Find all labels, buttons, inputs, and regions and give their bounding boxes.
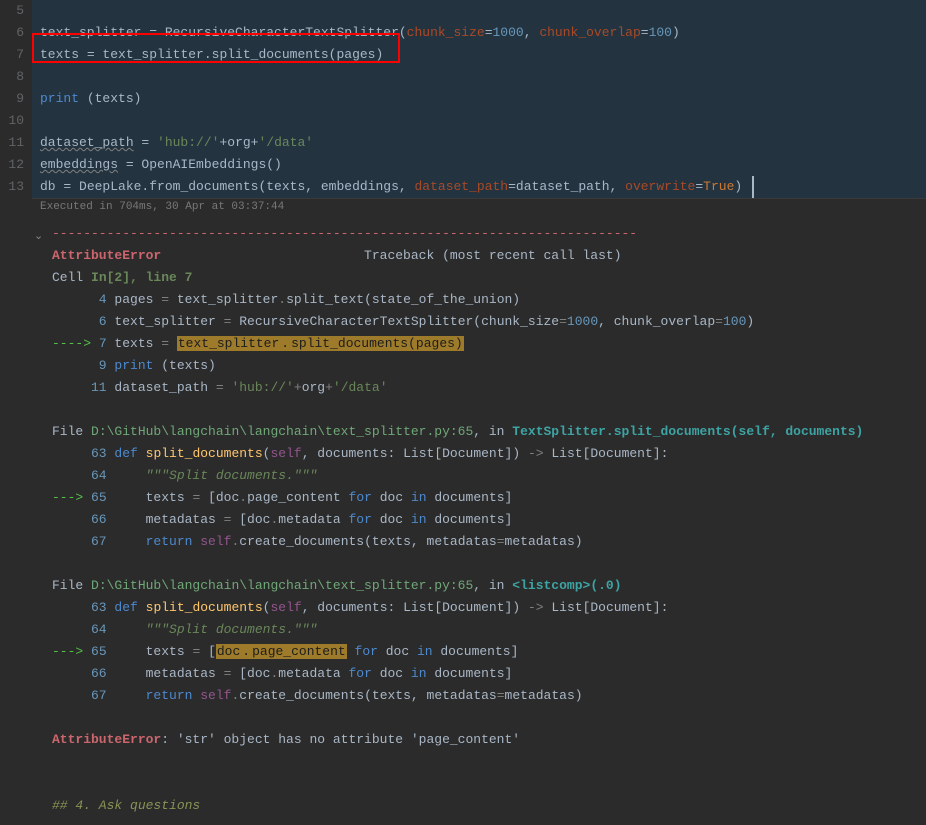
code-lines[interactable]: text_splitter = RecursiveCharacterTextSp… bbox=[32, 0, 926, 198]
error-name-final: AttributeError bbox=[52, 732, 161, 747]
execution-info: Executed in 704ms, 30 Apr at 03:37:44 bbox=[32, 198, 926, 215]
code-line-13[interactable]: db = DeepLake.from_documents(texts, embe… bbox=[32, 176, 926, 198]
line-number: 8 bbox=[0, 66, 32, 88]
line-number: 13 bbox=[0, 176, 32, 198]
code-line-10[interactable] bbox=[32, 110, 926, 132]
code-line-11[interactable]: dataset_path = 'hub://'+org+'/data' bbox=[32, 132, 926, 154]
caret bbox=[752, 176, 754, 198]
line-number: 7 bbox=[0, 44, 32, 66]
code-line-5[interactable] bbox=[32, 0, 926, 22]
line-number: 12 bbox=[0, 154, 32, 176]
code-line-8[interactable] bbox=[32, 66, 926, 88]
line-number: 5 bbox=[0, 0, 32, 22]
output-panel[interactable]: ⌄ --------------------------------------… bbox=[32, 215, 926, 825]
line-number: 6 bbox=[0, 22, 32, 44]
line-number-gutter: 5 6 7 8 9 10 11 12 13 bbox=[0, 0, 32, 198]
code-editor[interactable]: 5 6 7 8 9 10 11 12 13 text_splitter = Re… bbox=[0, 0, 926, 215]
separator: ----------------------------------------… bbox=[52, 226, 637, 241]
line-number: 11 bbox=[0, 132, 32, 154]
code-line-9[interactable]: print (texts) bbox=[32, 88, 926, 110]
code-line-12[interactable]: embeddings = OpenAIEmbeddings() bbox=[32, 154, 926, 176]
line-number: 9 bbox=[0, 88, 32, 110]
error-name: AttributeError bbox=[52, 248, 161, 263]
line-number: 10 bbox=[0, 110, 32, 132]
chevron-down-icon[interactable]: ⌄ bbox=[34, 229, 43, 243]
code-line-7[interactable]: texts = text_splitter.split_documents(pa… bbox=[32, 44, 926, 66]
code-line-6[interactable]: text_splitter = RecursiveCharacterTextSp… bbox=[32, 22, 926, 44]
markdown-heading: ## 4. Ask questions bbox=[52, 798, 200, 813]
